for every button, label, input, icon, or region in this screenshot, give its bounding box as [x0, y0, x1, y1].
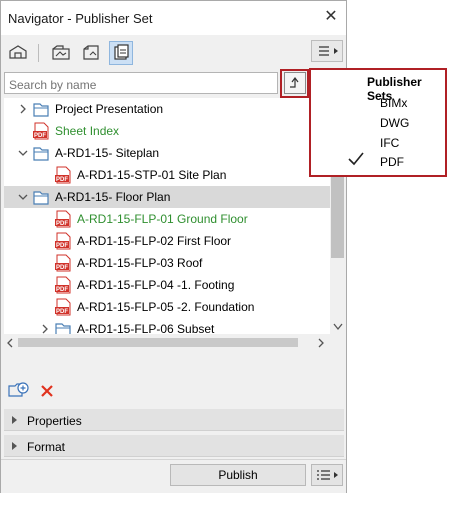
publish-options-icon[interactable]	[311, 464, 343, 486]
svg-text:PDF: PDF	[56, 221, 68, 227]
pdf-icon: PDF	[55, 254, 71, 272]
tree-row[interactable]: PDF A-RD1-15-FLP-01 Ground Floor	[4, 208, 330, 230]
section-label: Properties	[27, 414, 82, 428]
folder-icon	[33, 147, 49, 161]
svg-text:PDF: PDF	[56, 177, 68, 183]
tree-row-label: A-RD1-15-FLP-01 Ground Floor	[77, 212, 248, 226]
window-title: Navigator - Publisher Set	[8, 11, 153, 26]
popup-option-pdf[interactable]: PDF	[380, 155, 404, 169]
tree-row[interactable]: A-RD1-15- Siteplan	[4, 142, 330, 164]
tree-row[interactable]: A-RD1-15- Floor Plan	[4, 186, 330, 208]
project-map-icon[interactable]	[6, 41, 30, 65]
toolbar-divider	[38, 44, 39, 62]
svg-text:PDF: PDF	[56, 309, 68, 315]
popup-option-dwg[interactable]: DWG	[380, 116, 409, 130]
chevron-right-icon[interactable]	[40, 324, 50, 334]
pdf-icon: PDF	[33, 122, 49, 140]
tree-row-label: Sheet Index	[55, 124, 120, 138]
highlight-box-go-up	[280, 69, 309, 98]
folder-icon	[55, 323, 71, 334]
popup-option-ifc[interactable]: IFC	[380, 136, 399, 150]
pdf-icon: PDF	[55, 166, 71, 184]
pdf-icon: PDF	[55, 298, 71, 316]
tree-row-label: A-RD1-15- Floor Plan	[55, 190, 171, 204]
folder-icon	[33, 103, 49, 117]
popup-option-bimx[interactable]: BIMx	[380, 96, 407, 110]
view-map-icon[interactable]	[49, 41, 73, 65]
tree-row[interactable]: PDF A-RD1-15-FLP-04 -1. Footing	[4, 274, 330, 296]
hamburger-menu-icon[interactable]	[311, 40, 343, 62]
tree-row[interactable]: A-RD1-15-FLP-06 Subset	[4, 318, 330, 334]
search-input[interactable]	[4, 72, 278, 94]
svg-text:PDF: PDF	[56, 265, 68, 271]
pdf-icon: PDF	[55, 232, 71, 250]
tree-row[interactable]: PDF A-RD1-15-FLP-02 First Floor	[4, 230, 330, 252]
tree-row-label: A-RD1-15-FLP-05 -2. Foundation	[77, 300, 255, 314]
close-icon[interactable]: ✕	[320, 6, 342, 28]
svg-text:PDF: PDF	[34, 133, 46, 139]
chevron-down-icon[interactable]	[18, 148, 28, 158]
expand-triangle-icon	[12, 442, 17, 450]
expand-triangle-icon	[12, 416, 17, 424]
chevron-down-icon[interactable]	[18, 192, 28, 202]
chevron-right-icon[interactable]	[18, 104, 28, 114]
checkmark-icon	[348, 152, 364, 169]
tree-row-label: A-RD1-15-FLP-03 Roof	[77, 256, 203, 270]
folder-icon	[33, 191, 49, 205]
tree-row[interactable]: PDF Sheet Index	[4, 120, 330, 142]
scroll-right-icon[interactable]	[317, 337, 325, 351]
layout-book-icon[interactable]	[79, 41, 103, 65]
format-section[interactable]: Format	[4, 435, 344, 457]
svg-text:PDF: PDF	[56, 287, 68, 293]
scroll-left-icon[interactable]	[6, 337, 14, 351]
tree-row[interactable]: PDF A-RD1-15-FLP-05 -2. Foundation	[4, 296, 330, 318]
publisher-sets-icon[interactable]	[109, 41, 133, 65]
tree-row[interactable]: PDF A-RD1-15-STP-01 Site Plan	[4, 164, 330, 186]
tree-row-label: A-RD1-15-FLP-02 First Floor	[77, 234, 232, 248]
pdf-icon: PDF	[55, 276, 71, 294]
scroll-down-icon[interactable]	[333, 320, 343, 331]
section-label: Format	[27, 440, 66, 454]
horizontal-scroll-thumb[interactable]	[18, 338, 298, 347]
pdf-icon: PDF	[55, 210, 71, 228]
tree-row[interactable]: PDF A-RD1-15-FLP-03 Roof	[4, 252, 330, 274]
tree-row-label: A-RD1-15-FLP-06 Subset	[77, 322, 215, 334]
tree-row-label: Project Presentation	[55, 102, 164, 116]
svg-text:PDF: PDF	[56, 243, 68, 249]
tree-row-label: A-RD1-15-STP-01 Site Plan	[77, 168, 227, 182]
tree-row-label: A-RD1-15-FLP-04 -1. Footing	[77, 278, 235, 292]
tree-row[interactable]: Project Presentation	[4, 98, 330, 120]
tree-row-label: A-RD1-15- Siteplan	[55, 146, 160, 160]
publisher-set-tree: Project Presentation PDF Sheet Index A-RD1-…	[4, 98, 330, 334]
delete-icon[interactable]	[40, 384, 54, 401]
new-folder-icon[interactable]	[8, 381, 30, 402]
properties-section[interactable]: Properties	[4, 409, 344, 431]
publish-button[interactable]: Publish	[170, 464, 306, 486]
